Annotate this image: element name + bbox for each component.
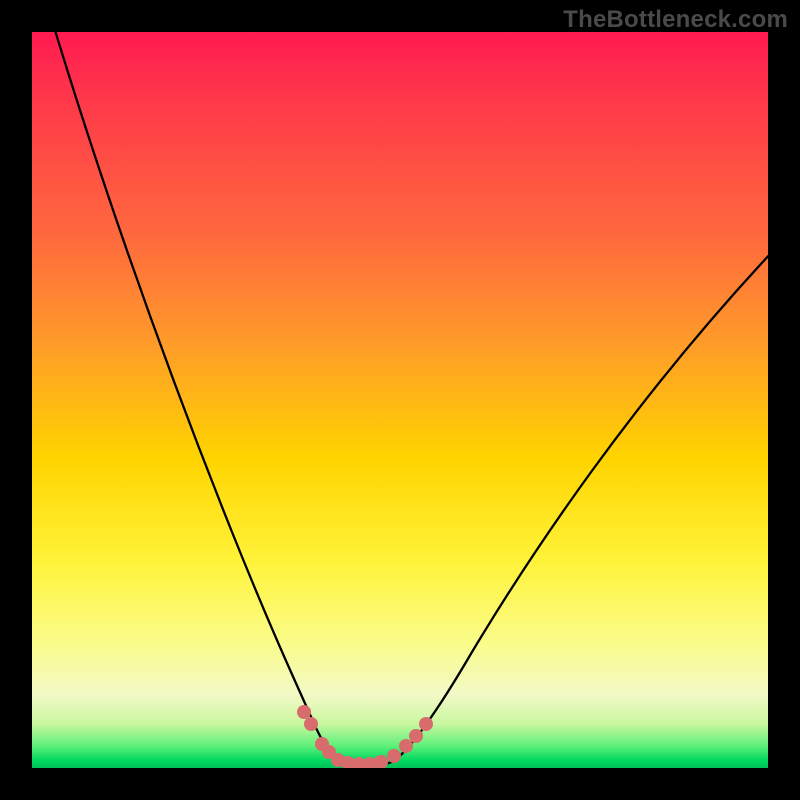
- dot: [297, 705, 311, 719]
- marker-dots: [297, 705, 433, 768]
- curve-svg: [32, 32, 768, 768]
- dot: [419, 717, 433, 731]
- plot-area: [32, 32, 768, 768]
- dot: [374, 755, 388, 768]
- dot: [387, 749, 401, 763]
- dot: [304, 717, 318, 731]
- watermark-text: TheBottleneck.com: [563, 6, 788, 34]
- dot: [409, 729, 423, 743]
- curve-left-branch: [54, 32, 338, 762]
- chart-frame: TheBottleneck.com: [0, 0, 800, 800]
- curve-right-branch: [394, 252, 768, 761]
- dot: [399, 739, 413, 753]
